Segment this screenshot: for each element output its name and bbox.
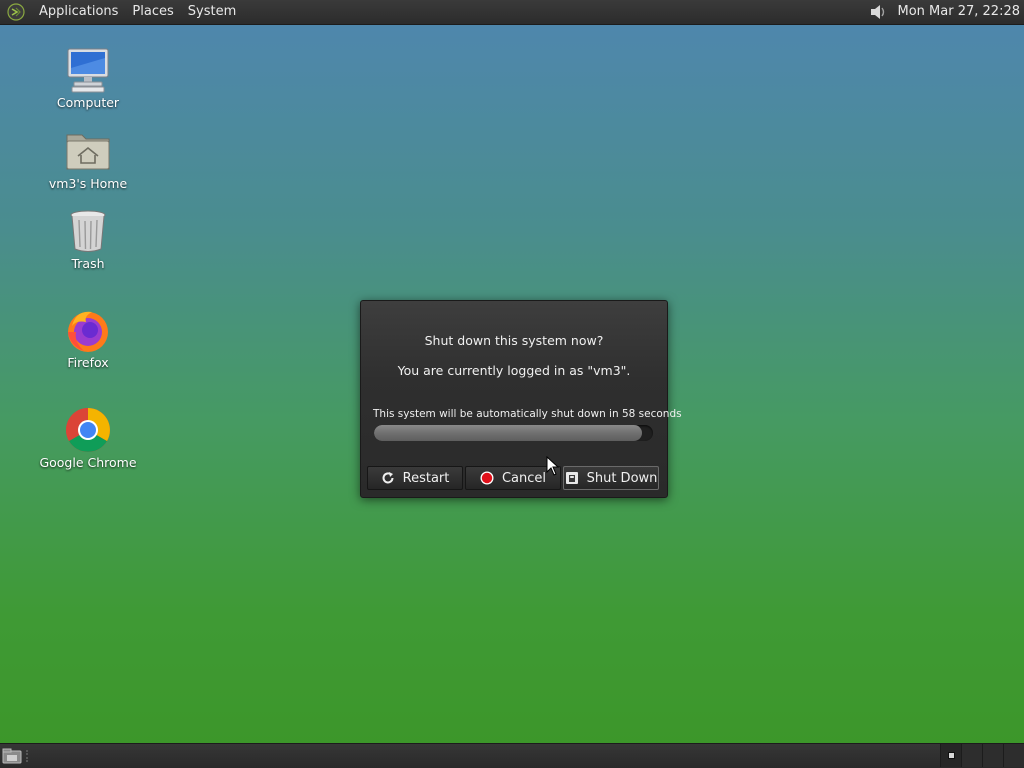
workspace-3[interactable]	[982, 744, 1003, 767]
desktop-icon-label: Google Chrome	[39, 455, 137, 470]
progress-fill	[374, 425, 642, 441]
firefox-icon	[64, 306, 112, 354]
desktop-icon-chrome[interactable]: Google Chrome	[33, 406, 143, 470]
restart-button[interactable]: Restart	[367, 466, 463, 490]
dialog-button-row: Restart Cancel Shut Down	[367, 466, 661, 490]
shutdown-icon	[565, 471, 579, 485]
chrome-icon	[64, 406, 112, 454]
cancel-icon	[480, 471, 494, 485]
countdown-progress-bar	[374, 425, 653, 441]
workspace-switcher	[940, 744, 1024, 768]
menu-system[interactable]: System	[181, 0, 243, 24]
desktop-icon-firefox[interactable]: Firefox	[33, 306, 143, 370]
menu-applications[interactable]: Applications	[32, 0, 125, 24]
shutdown-button[interactable]: Shut Down	[563, 466, 659, 490]
desktop-icon-label: Trash	[71, 256, 105, 271]
show-desktop-icon[interactable]	[2, 747, 22, 765]
dialog-subtitle: You are currently logged in as "vm3".	[397, 363, 631, 378]
desktop-icon-home[interactable]: vm3's Home	[33, 127, 143, 191]
bottom-panel	[0, 743, 1024, 768]
mate-logo-icon[interactable]	[6, 2, 26, 22]
shutdown-dialog: Shut down this system now? You are curre…	[360, 300, 682, 498]
speaker-icon[interactable]	[866, 0, 890, 24]
computer-icon	[64, 46, 112, 94]
desktop-icon-trash[interactable]: Trash	[33, 207, 143, 271]
workspace-2[interactable]	[961, 744, 982, 767]
desktop-icon-label: Computer	[56, 95, 120, 110]
workspace-1[interactable]	[940, 744, 961, 767]
workspace-4[interactable]	[1003, 744, 1024, 767]
restart-icon	[381, 471, 395, 485]
countdown-text: This system will be automatically shut d…	[373, 408, 682, 420]
clock[interactable]: Mon Mar 27, 22:28	[898, 0, 1024, 24]
restart-label: Restart	[402, 470, 450, 486]
desktop-icon-label: vm3's Home	[48, 176, 128, 191]
top-panel: Applications Places System Mon Mar 27, 2…	[0, 0, 1024, 25]
panel-handle[interactable]	[26, 750, 32, 762]
desktop-icon-computer[interactable]: Computer	[33, 46, 143, 110]
mouse-cursor-icon	[546, 456, 560, 476]
trash-icon	[64, 207, 112, 255]
home-folder-icon	[64, 127, 112, 175]
shutdown-label: Shut Down	[586, 470, 658, 486]
panel-tray: Mon Mar 27, 22:28	[866, 0, 1024, 24]
desktop-icon-label: Firefox	[67, 355, 109, 370]
menu-places[interactable]: Places	[125, 0, 180, 24]
cancel-label: Cancel	[501, 470, 547, 486]
dialog-title: Shut down this system now?	[424, 333, 604, 348]
